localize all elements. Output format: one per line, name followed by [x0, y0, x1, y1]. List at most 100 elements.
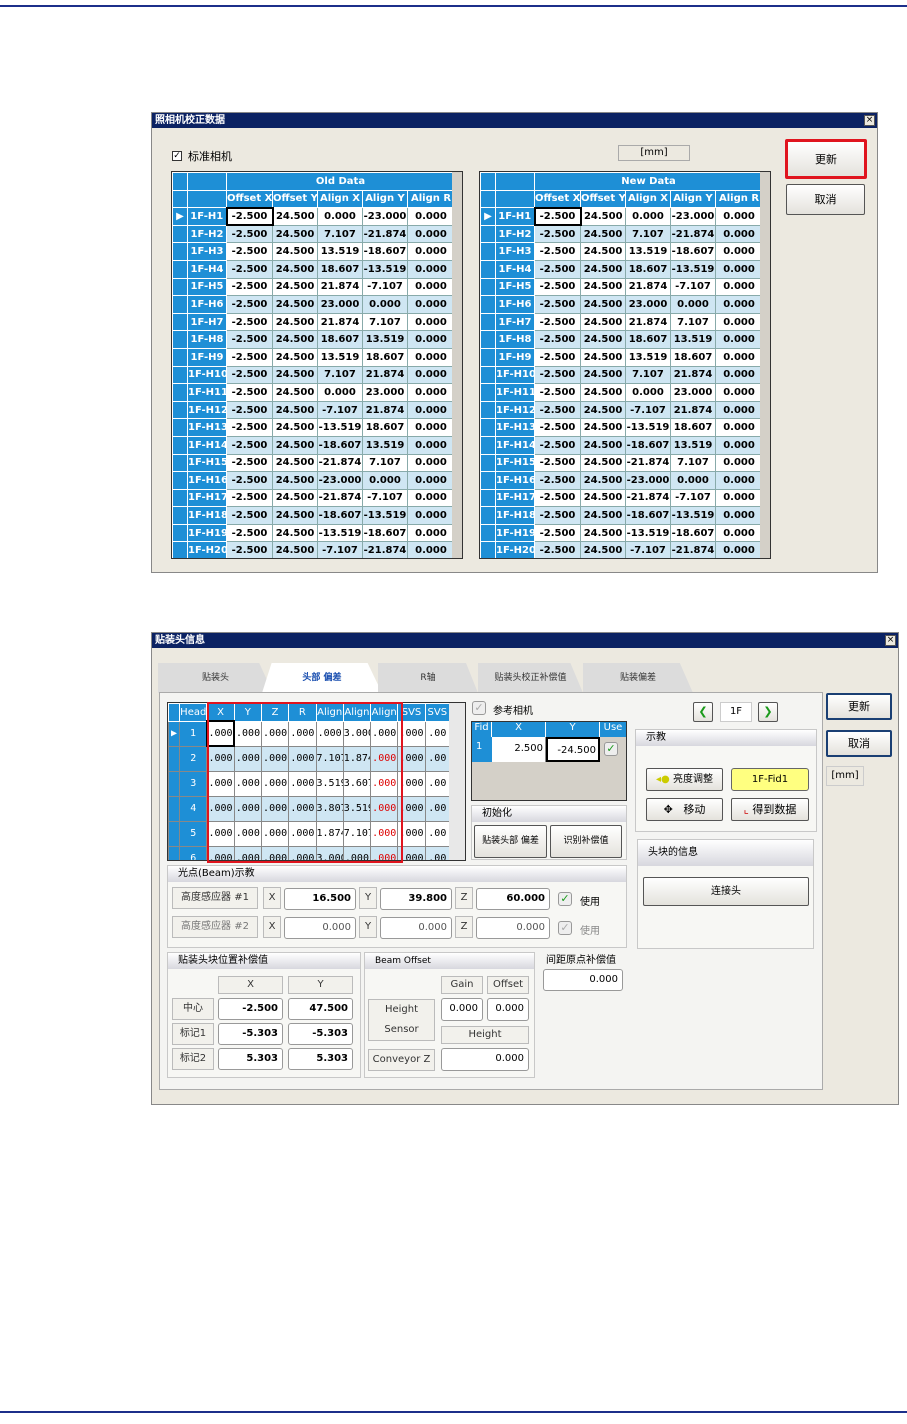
table-cell[interactable]: 0.000	[407, 488, 455, 508]
column-header[interactable]: Offset X	[226, 189, 273, 209]
position-y-field[interactable]: -5.303	[288, 1023, 353, 1045]
table-cell[interactable]: -2.500	[226, 224, 273, 244]
table-cell[interactable]: -7.107	[625, 541, 671, 558]
table-cell[interactable]: 24.500	[580, 312, 626, 332]
table-cell[interactable]: -21.874	[317, 488, 363, 508]
position-y-field[interactable]: 5.303	[288, 1048, 353, 1070]
table-cell[interactable]: 0.000	[407, 418, 455, 437]
table-cell[interactable]: -2.500	[226, 365, 273, 385]
table-cell[interactable]: -13.519	[625, 418, 671, 437]
table-cell[interactable]: -2.500	[226, 330, 273, 349]
table-cell[interactable]: -2.500	[226, 347, 273, 367]
table-cell[interactable]: 0.000	[407, 207, 455, 226]
table-cell[interactable]: 21.874	[317, 277, 363, 297]
sensor2-use-checkbox[interactable]: ✓	[558, 921, 572, 935]
table-row[interactable]: 1F-H14 -2.500 24.500 -18.607 13.519 0.000	[480, 435, 764, 455]
table-cell[interactable]: 24.500	[580, 242, 626, 261]
table-cell[interactable]: -13.519	[362, 506, 408, 525]
table-cell[interactable]: 0.000	[670, 471, 716, 490]
table-cell[interactable]: 0.000	[714, 295, 764, 314]
conveyor-z-field[interactable]: 0.000	[441, 1048, 529, 1071]
table-cell[interactable]: 24.500	[580, 453, 626, 473]
table-cell[interactable]: 18.607	[670, 418, 716, 437]
table-cell[interactable]: 24.500	[272, 242, 318, 261]
column-header[interactable]: Align Y	[362, 189, 408, 209]
close-icon[interactable]: ×	[885, 635, 896, 646]
table-cell[interactable]: 24.500	[272, 259, 318, 279]
table-cell[interactable]: 0.000	[362, 295, 408, 314]
table-cell[interactable]: 7.107	[625, 224, 671, 244]
table-cell[interactable]: 24.500	[272, 453, 318, 473]
table-cell[interactable]: 13.519	[317, 347, 363, 367]
table-cell[interactable]: 0.000	[714, 224, 764, 244]
table-cell[interactable]: 24.500	[272, 471, 318, 490]
table-row[interactable]: 1F-H7 -2.500 24.500 21.874 7.107 0.000	[480, 312, 764, 332]
table-cell[interactable]: -2.500	[534, 224, 581, 244]
column-header[interactable]: SVS	[424, 703, 451, 722]
table-cell[interactable]: 24.500	[272, 383, 318, 402]
table-cell[interactable]: 24.500	[580, 541, 626, 558]
table-cell[interactable]: -23.000	[625, 471, 671, 490]
table-cell[interactable]: 0.000	[714, 523, 764, 543]
column-header[interactable]: Offset Y	[272, 189, 318, 209]
table-row[interactable]: 1F-H9 -2.500 24.500 13.519 18.607 0.000	[480, 347, 764, 367]
table-cell[interactable]: 0.000	[407, 400, 455, 420]
table-cell[interactable]: .00	[424, 820, 451, 847]
table-cell[interactable]: .00	[424, 795, 451, 822]
table-row[interactable]: 1F-H16 -2.500 24.500 -23.000 0.000 0.000	[172, 471, 455, 490]
table-cell[interactable]: -2.500	[226, 471, 273, 490]
table-cell[interactable]: 21.874	[362, 365, 408, 385]
table-cell[interactable]: -2.500	[534, 453, 581, 473]
table-cell[interactable]: 7.107	[362, 312, 408, 332]
standard-camera-checkbox[interactable]: ✓ 标准相机	[172, 148, 232, 164]
table-cell[interactable]: -2.500	[226, 506, 273, 525]
position-y-field[interactable]: 47.500	[288, 998, 353, 1020]
table-cell[interactable]: 13.519	[317, 242, 363, 261]
table-cell[interactable]: .00	[424, 720, 451, 747]
scrollbar[interactable]	[452, 172, 462, 558]
sensor1-z-field[interactable]: 60.000	[476, 888, 550, 910]
table-cell[interactable]: -18.607	[625, 435, 671, 455]
table-row[interactable]: 1F-H3 -2.500 24.500 13.519 -18.607 0.000	[172, 242, 455, 261]
table-cell[interactable]: 0.000	[714, 400, 764, 420]
table-row[interactable]: 1F-H15 -2.500 24.500 -21.874 7.107 0.000	[172, 453, 455, 473]
table-cell[interactable]: 24.500	[272, 435, 318, 455]
table-cell[interactable]: -13.519	[670, 259, 716, 279]
table-cell[interactable]: 24.500	[580, 471, 626, 490]
table-cell[interactable]: 24.500	[580, 383, 626, 402]
table-cell[interactable]: -23.000	[317, 471, 363, 490]
table-cell[interactable]: -23.000	[362, 207, 408, 226]
table-cell[interactable]: .00	[424, 745, 451, 772]
table-cell[interactable]: 24.500	[272, 541, 318, 558]
table-cell[interactable]: 24.500	[272, 400, 318, 420]
table-cell[interactable]: -2.500	[534, 242, 581, 261]
table-cell[interactable]: -2.500	[534, 400, 581, 420]
table-cell[interactable]: 18.607	[625, 330, 671, 349]
table-cell[interactable]: 13.519	[362, 435, 408, 455]
update-button[interactable]: 更新	[785, 139, 867, 179]
table-cell[interactable]: 0.000	[714, 242, 764, 261]
table-cell[interactable]: 18.607	[625, 259, 671, 279]
table-cell[interactable]: 23.000	[362, 383, 408, 402]
hs-gain-field[interactable]: 0.000	[441, 998, 483, 1021]
sensor2-x-field[interactable]: 0.000	[284, 917, 356, 939]
table-row[interactable]: ▶ 1F-H1 -2.500 24.500 0.000 -23.000 0.000	[172, 206, 455, 227]
table-cell[interactable]: 13.519	[670, 330, 716, 349]
table-cell[interactable]: -2.500	[226, 312, 273, 332]
move-button[interactable]: ✥ 移动	[646, 798, 723, 821]
table-row[interactable]: 1F-H7 -2.500 24.500 21.874 7.107 0.000	[172, 312, 455, 332]
column-header[interactable]: Align X	[625, 189, 671, 209]
fid-x-cell[interactable]: 2.500	[492, 737, 546, 762]
table-cell[interactable]: 24.500	[580, 347, 626, 367]
table-cell[interactable]: -18.607	[317, 435, 363, 455]
table-cell[interactable]: 0.000	[714, 277, 764, 297]
table-cell[interactable]: 0.000	[407, 435, 455, 455]
table-row[interactable]: 1F-H10 -2.500 24.500 7.107 21.874 0.000	[480, 365, 764, 385]
table-row[interactable]: 1F-H13 -2.500 24.500 -13.519 18.607 0.000	[172, 418, 455, 437]
table-cell[interactable]: 0.000	[714, 435, 764, 455]
table-row[interactable]: 1F-H8 -2.500 24.500 18.607 13.519 0.000	[172, 330, 455, 349]
table-cell[interactable]: 18.607	[670, 347, 716, 367]
table-cell[interactable]: 7.107	[317, 365, 363, 385]
table-row[interactable]: 1F-H5 -2.500 24.500 21.874 -7.107 0.000	[480, 277, 764, 297]
table-cell[interactable]: 18.607	[317, 330, 363, 349]
